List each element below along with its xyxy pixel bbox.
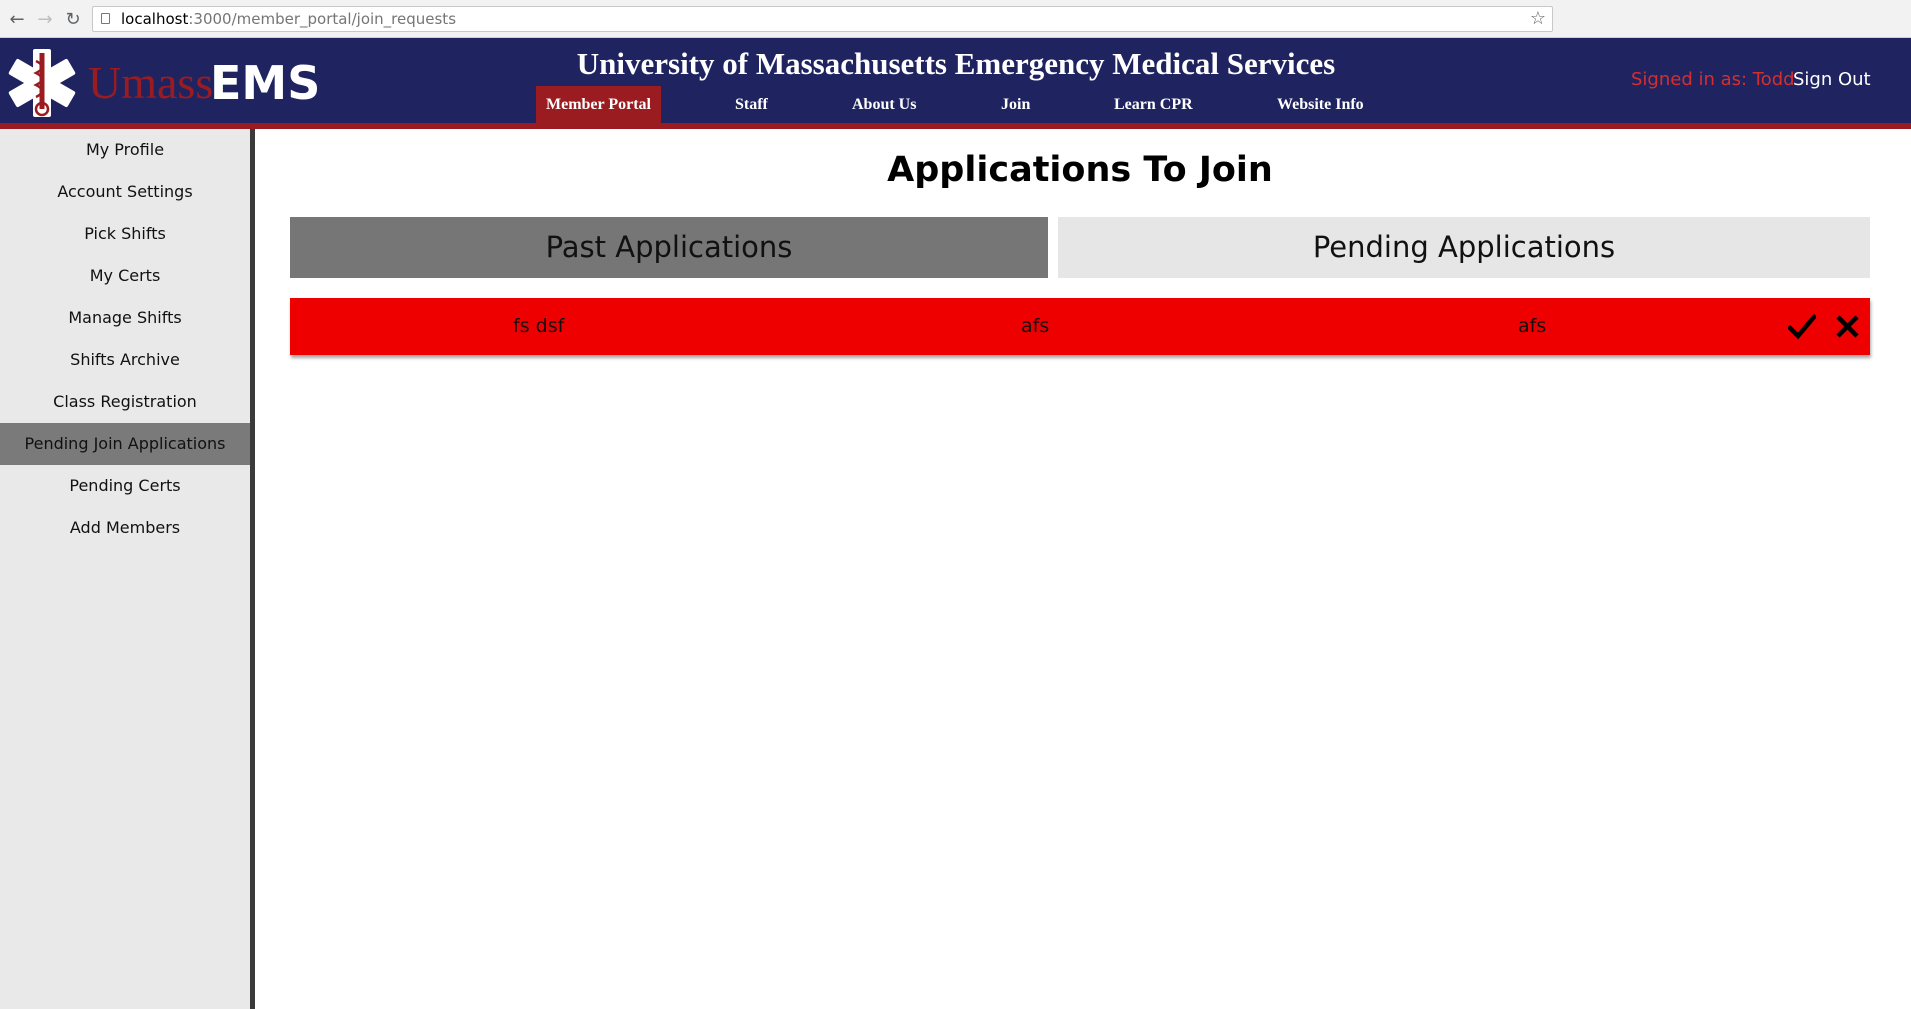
address-bar[interactable]: localhost:3000/member_portal/join_reques… bbox=[92, 6, 1553, 32]
check-icon[interactable] bbox=[1788, 314, 1816, 340]
application-field-3: afs bbox=[1518, 315, 1547, 337]
signed-in-label: Signed in as: Todd bbox=[1631, 69, 1795, 90]
sidebar-item-pending-join-applications[interactable]: Pending Join Applications bbox=[0, 423, 250, 465]
nav-website-info[interactable]: Website Info bbox=[1267, 86, 1374, 123]
nav-join[interactable]: Join bbox=[991, 86, 1040, 123]
tab-past-applications[interactable]: Past Applications bbox=[290, 217, 1048, 278]
back-icon[interactable]: ← bbox=[6, 8, 28, 30]
sidebar-item-add-members[interactable]: Add Members bbox=[0, 507, 250, 549]
url-text: localhost:3000/member_portal/join_reques… bbox=[121, 10, 457, 28]
sidebar-item-manage-shifts[interactable]: Manage Shifts bbox=[0, 297, 250, 339]
logo-ems-text: EMS bbox=[210, 56, 321, 110]
sidebar-item-pending-certs[interactable]: Pending Certs bbox=[0, 465, 250, 507]
sidebar-item-class-registration[interactable]: Class Registration bbox=[0, 381, 250, 423]
sidebar-item-my-certs[interactable]: My Certs bbox=[0, 255, 250, 297]
logo[interactable]: Umass EMS bbox=[4, 46, 324, 117]
site-header: Umass EMS University of Massachusetts Em… bbox=[0, 38, 1911, 129]
star-of-life-icon bbox=[8, 49, 76, 117]
site-title: University of Massachusetts Emergency Me… bbox=[576, 46, 1336, 81]
tab-pending-applications[interactable]: Pending Applications bbox=[1058, 217, 1870, 278]
nav-learn-cpr[interactable]: Learn CPR bbox=[1104, 86, 1203, 123]
application-field-2: afs bbox=[1021, 315, 1050, 337]
sidebar: My Profile Account Settings Pick Shifts … bbox=[0, 129, 255, 1009]
nav-about-us[interactable]: About Us bbox=[842, 86, 926, 123]
bookmark-star-icon[interactable]: ☆ bbox=[1530, 7, 1546, 31]
application-row: fs dsf afs afs bbox=[290, 298, 1870, 355]
logo-umass-text: Umass bbox=[88, 57, 214, 108]
forward-icon[interactable]: → bbox=[34, 8, 56, 30]
reload-icon[interactable]: ↻ bbox=[62, 8, 84, 30]
close-icon[interactable] bbox=[1835, 314, 1860, 339]
applicant-name: fs dsf bbox=[513, 315, 565, 337]
browser-toolbar: ← → ↻ localhost:3000/member_portal/join_… bbox=[0, 0, 1911, 38]
sign-out-link[interactable]: Sign Out bbox=[1793, 69, 1871, 90]
sidebar-item-shifts-archive[interactable]: Shifts Archive bbox=[0, 339, 250, 381]
sidebar-item-my-profile[interactable]: My Profile bbox=[0, 129, 250, 171]
nav-staff[interactable]: Staff bbox=[725, 86, 778, 123]
sidebar-item-account-settings[interactable]: Account Settings bbox=[0, 171, 250, 213]
page-icon bbox=[101, 13, 110, 24]
sidebar-item-pick-shifts[interactable]: Pick Shifts bbox=[0, 213, 250, 255]
page-title: Applications To Join bbox=[887, 150, 1273, 190]
nav-member-portal[interactable]: Member Portal bbox=[536, 86, 661, 123]
